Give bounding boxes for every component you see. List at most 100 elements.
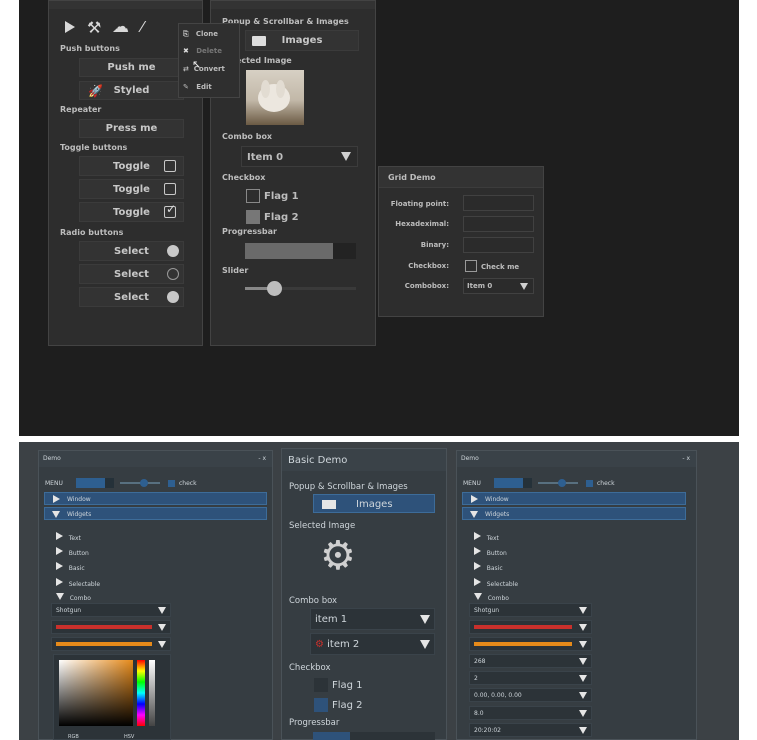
chevron-down-icon <box>158 640 166 648</box>
radio-label: Select <box>114 291 149 303</box>
tools-icon[interactable]: ⚒ <box>87 18 101 37</box>
left-demo-window: Demo - x MENU check Window Widgets Text … <box>38 450 273 740</box>
progressbar <box>245 243 356 259</box>
left-demo-titlebar[interactable]: Demo - x <box>39 451 272 467</box>
left-combo-shotgun[interactable]: Shotgun <box>51 603 171 617</box>
flag1-checkbox[interactable] <box>246 189 260 203</box>
menu-label[interactable]: MENU <box>463 480 481 487</box>
right-combo-shotgun[interactable]: Shotgun <box>469 603 592 617</box>
middle-images-button[interactable]: Images <box>313 494 435 513</box>
chevron-down-icon <box>579 709 587 717</box>
right-combo-268[interactable]: 268 <box>469 654 592 668</box>
right-combo-vector[interactable]: 0.00, 0.00, 0.00 <box>469 688 592 702</box>
grid-demo-titlebar[interactable]: Grid Demo <box>379 167 543 188</box>
left-combo-orange[interactable] <box>51 637 171 651</box>
middle-combo-item2[interactable]: ⚙ item 2 <box>310 633 435 655</box>
middle-combo-item2-label: item 2 <box>327 638 360 650</box>
right-combo-orange[interactable] <box>469 637 592 651</box>
flag2-checkbox[interactable] <box>246 210 260 224</box>
middle-combo-item1-value: item 1 <box>315 613 348 625</box>
tree-item-label: Basic <box>486 565 503 572</box>
left-demo-title: Demo <box>43 455 61 462</box>
menu-label[interactable]: MENU <box>45 480 63 487</box>
right-combo-2[interactable]: 2 <box>469 671 592 685</box>
tree-item-selectable[interactable]: Selectable <box>56 578 100 588</box>
triangle-right-icon <box>474 532 481 540</box>
basic-demo-titlebar[interactable] <box>211 1 375 9</box>
cloud-icon[interactable]: ☁ <box>112 17 129 37</box>
right-combo-value: 0.00, 0.00, 0.00 <box>474 691 522 699</box>
floating-point-input[interactable] <box>463 195 534 211</box>
play-icon[interactable] <box>65 21 75 33</box>
tree-window[interactable]: Window <box>462 492 686 505</box>
grid-combobox[interactable]: Item 0 <box>463 278 534 294</box>
hexadecimal-input[interactable] <box>463 216 534 232</box>
tree-item-text[interactable]: Text <box>474 532 499 542</box>
right-combo-red[interactable] <box>469 620 592 634</box>
middle-flag2-checkbox[interactable] <box>314 698 328 712</box>
right-slider-thumb[interactable] <box>558 479 566 487</box>
right-combo-time[interactable]: 20:20:02 <box>469 723 592 737</box>
menu-item-convert[interactable]: ⇄ Convert <box>183 65 225 73</box>
tree-item-basic[interactable]: Basic <box>474 562 503 572</box>
color-picker[interactable]: RGB HSV <box>53 654 171 740</box>
images-label: Images <box>281 35 323 46</box>
right-demo-window: Demo - x MENU check Window Widgets Text … <box>456 450 697 740</box>
rgb-label[interactable]: RGB <box>68 734 79 740</box>
right-combo-value: 20:20:02 <box>474 726 501 734</box>
toggle-label: Toggle <box>113 160 150 172</box>
triangle-right-icon <box>56 532 63 540</box>
radio-dot-filled <box>167 291 179 303</box>
tree-window[interactable]: Window <box>44 492 267 505</box>
tree-item-combo[interactable]: Combo <box>56 593 91 602</box>
tree-widgets[interactable]: Widgets <box>44 507 267 520</box>
tree-item-text[interactable]: Text <box>56 532 81 542</box>
check-me-checkbox[interactable] <box>465 260 477 272</box>
push-me-button[interactable]: Push me <box>79 58 184 77</box>
menu-item-clone[interactable]: ⎘ Clone <box>183 30 218 39</box>
tree-widgets[interactable]: Widgets <box>462 507 686 520</box>
press-me-button[interactable]: Press me <box>79 119 184 138</box>
left-combo-red[interactable] <box>51 620 171 634</box>
color-picker-hue-bar[interactable] <box>137 660 145 726</box>
brush-icon[interactable]: ⁄ <box>141 18 144 36</box>
right-combo-8[interactable]: 8.0 <box>469 706 592 720</box>
right-demo-window-controls[interactable]: - x <box>682 455 690 462</box>
tree-item-button[interactable]: Button <box>474 547 507 557</box>
middle-combo-item2-value: ⚙ item 2 <box>315 639 359 650</box>
hsv-label[interactable]: HSV <box>124 734 134 740</box>
color-picker-alpha-bar[interactable] <box>149 660 155 726</box>
radio-dot-empty <box>167 268 179 280</box>
binary-input[interactable] <box>463 237 534 253</box>
flag2-label: Flag 2 <box>264 212 299 223</box>
tree-item-label: Text <box>68 535 81 542</box>
middle-flag1-checkbox[interactable] <box>314 678 328 692</box>
tree-widgets-label: Widgets <box>485 511 510 518</box>
middle-titlebar[interactable]: Basic Demo <box>282 449 446 471</box>
left-combo-shotgun-value: Shotgun <box>56 606 82 614</box>
left-slider-thumb[interactable] <box>140 479 148 487</box>
right-check-box[interactable] <box>586 480 593 487</box>
left-check-box[interactable] <box>168 480 175 487</box>
color-picker-field[interactable] <box>59 660 133 726</box>
middle-combo-item1[interactable]: item 1 <box>310 608 435 630</box>
left-demo-window-controls[interactable]: - x <box>258 455 266 462</box>
combo-box[interactable]: Item 0 <box>241 146 358 167</box>
tree-item-label: Selectable <box>486 581 519 588</box>
menu-item-edit[interactable]: ✎ Edit <box>183 83 212 91</box>
button-demo-titlebar[interactable] <box>49 1 202 9</box>
right-progress-bar <box>494 478 532 488</box>
slider-track[interactable] <box>245 287 356 290</box>
menu-item-delete[interactable]: ✖ Delete <box>183 47 222 55</box>
styled-button[interactable]: 🚀 Styled <box>79 81 184 100</box>
triangle-down-icon <box>474 593 482 600</box>
right-check-label: check <box>597 480 615 487</box>
images-button[interactable]: Images <box>245 30 359 51</box>
tree-item-combo[interactable]: Combo <box>474 593 509 602</box>
slider-thumb[interactable] <box>267 281 282 296</box>
tree-item-selectable[interactable]: Selectable <box>474 578 518 588</box>
right-demo-titlebar[interactable]: Demo - x <box>457 451 696 467</box>
chevron-down-icon <box>158 623 166 631</box>
tree-item-basic[interactable]: Basic <box>56 562 85 572</box>
tree-item-button[interactable]: Button <box>56 547 89 557</box>
